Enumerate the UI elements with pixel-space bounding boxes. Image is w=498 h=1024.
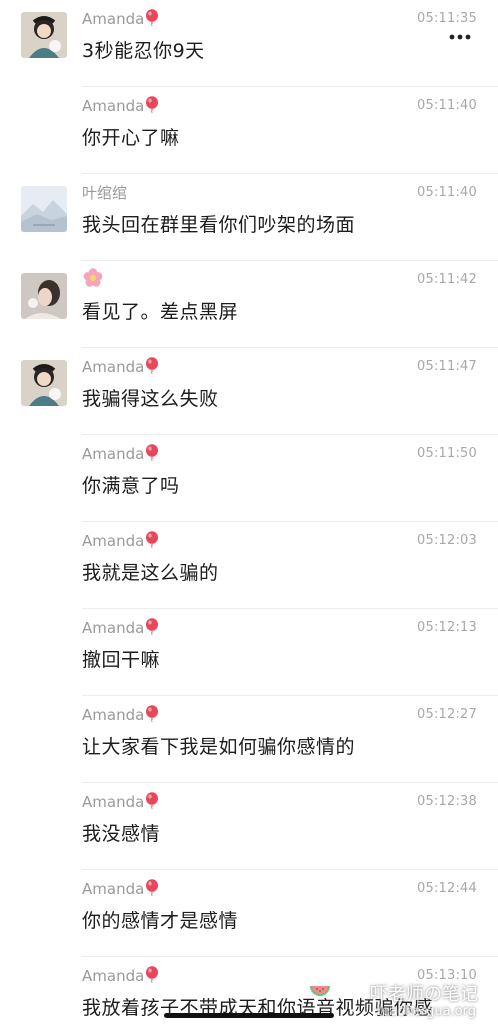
- message-text: 我就是这么骗的: [82, 562, 219, 584]
- sender-name: Amanda: [82, 531, 159, 553]
- message-item[interactable]: Amanda 05:12:44 你的感情才是感情: [0, 870, 498, 957]
- balloon-icon: [145, 705, 159, 727]
- message-item[interactable]: Amanda 05:11:40 你开心了嘛: [0, 87, 498, 174]
- sender-name: Amanda: [82, 879, 159, 901]
- sender-name: Amanda: [82, 444, 159, 466]
- watermark-url: teachergua.org: [376, 1004, 476, 1019]
- message-time: 05:12:03: [417, 533, 477, 548]
- sender-name: Amanda: [82, 96, 159, 118]
- sender-name: Amanda: [82, 357, 159, 379]
- watermark-title: 吓老师の笔记: [370, 984, 478, 1005]
- balloon-icon: [145, 792, 159, 814]
- message-item[interactable]: Amanda 05:12:27 让大家看下我是如何骗你感情的: [0, 696, 498, 783]
- avatar[interactable]: [21, 273, 67, 319]
- message-text: 你的感情才是感情: [82, 910, 239, 932]
- message-time: 05:12:27: [417, 707, 477, 722]
- home-indicator[interactable]: [164, 1013, 334, 1018]
- message-text: 我头回在群里看你们吵架的场面: [82, 214, 356, 236]
- message-text: 撤回干嘛: [82, 649, 161, 671]
- sender-name: Amanda: [82, 618, 159, 640]
- message-item[interactable]: Amanda 05:11:50 你满意了吗: [0, 435, 498, 522]
- message-time: 05:11:40: [417, 185, 477, 200]
- avatar[interactable]: [21, 12, 67, 58]
- message-time: 05:11:35: [417, 11, 477, 26]
- flower-icon: [82, 267, 104, 293]
- message-time: 05:12:13: [417, 620, 477, 635]
- balloon-icon: [145, 9, 159, 31]
- message-item[interactable]: Amanda 05:12:38 我没感情: [0, 783, 498, 870]
- message-item[interactable]: Amanda 05:12:13 撤回干嘛: [0, 609, 498, 696]
- message-text: 你满意了吗: [82, 475, 180, 497]
- sender-name: 叶绾绾: [82, 184, 128, 202]
- sender-name: Amanda: [82, 705, 159, 727]
- avatar[interactable]: [21, 360, 67, 406]
- avatar[interactable]: [21, 186, 67, 232]
- message-text: 我骗得这么失败: [82, 388, 219, 410]
- message-time: 05:12:38: [417, 794, 477, 809]
- message-text: 让大家看下我是如何骗你感情的: [82, 736, 356, 758]
- message-text: 你开心了嘛: [82, 127, 180, 149]
- more-dots-icon[interactable]: [448, 28, 472, 40]
- message-text: 3秒能忍你9天: [82, 40, 205, 62]
- balloon-icon: [145, 618, 159, 640]
- message-time: 05:11:40: [417, 98, 477, 113]
- message-item[interactable]: Amanda 05:11:47 我骗得这么失败: [0, 348, 498, 435]
- balloon-icon: [145, 966, 159, 988]
- sender-name: Amanda: [82, 9, 159, 31]
- sender-name: Amanda: [82, 792, 159, 814]
- message-time: 05:11:42: [417, 272, 477, 287]
- message-text: 我没感情: [82, 823, 161, 845]
- balloon-icon: [145, 444, 159, 466]
- message-item[interactable]: 05:11:42 看见了。差点黑屏: [0, 261, 498, 348]
- message-time: 05:11:50: [417, 446, 477, 461]
- balloon-icon: [145, 531, 159, 553]
- message-time: 05:12:44: [417, 881, 477, 896]
- message-item[interactable]: Amanda 05:12:03 我就是这么骗的: [0, 522, 498, 609]
- sender-name: Amanda: [82, 966, 159, 988]
- message-item[interactable]: Amanda 05:11:35 3秒能忍你9天: [0, 0, 498, 87]
- message-time: 05:11:47: [417, 359, 477, 374]
- watermelon-icon: [308, 978, 332, 1006]
- balloon-icon: [145, 96, 159, 118]
- message-text: 看见了。差点黑屏: [82, 301, 239, 323]
- balloon-icon: [145, 879, 159, 901]
- message-item[interactable]: 叶绾绾 05:11:40 我头回在群里看你们吵架的场面: [0, 174, 498, 261]
- balloon-icon: [145, 357, 159, 379]
- message-list: Amanda 05:11:35 3秒能忍你9天 Amanda 05:11:40 …: [0, 0, 498, 1024]
